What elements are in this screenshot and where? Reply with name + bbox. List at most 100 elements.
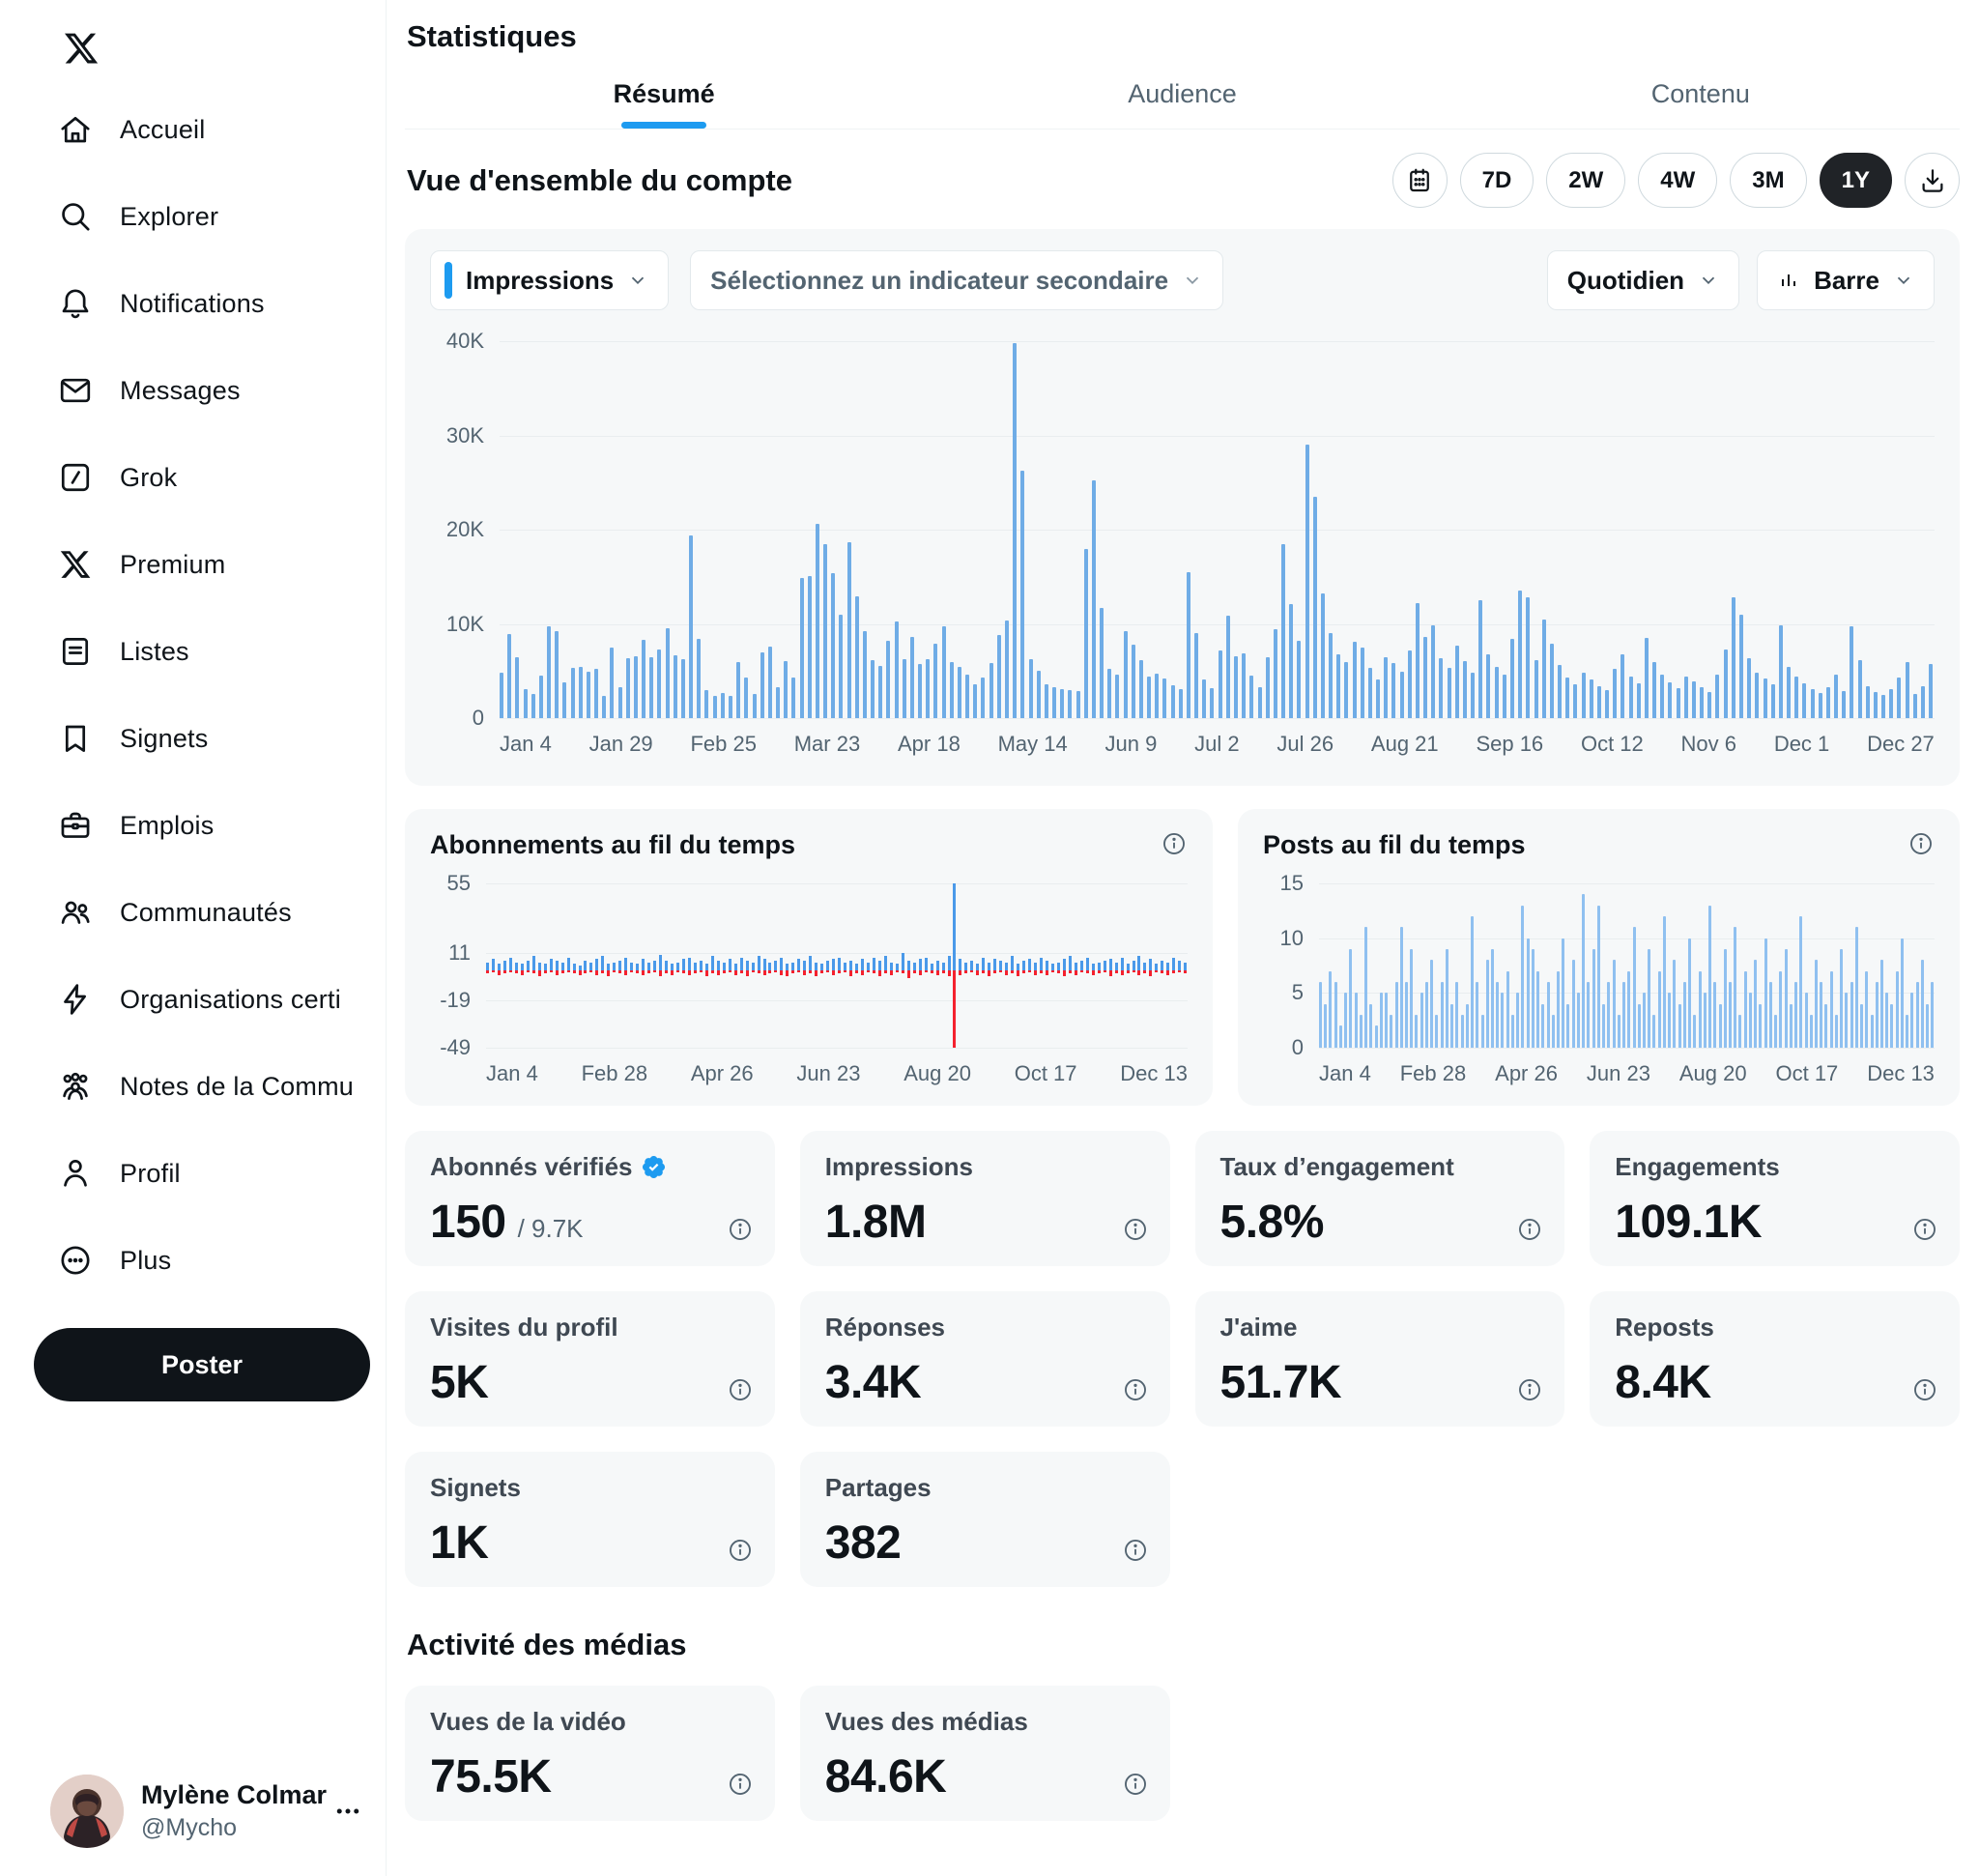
tab-contenu[interactable]: Contenu [1442, 60, 1960, 129]
info-icon[interactable] [727, 1771, 754, 1798]
y-tick-label: -19 [440, 988, 471, 1013]
sidebar-item-plus[interactable]: Plus [0, 1217, 386, 1304]
bar [1787, 667, 1791, 718]
profile-menu[interactable]: Mylène Colmar @Mycho [29, 1763, 375, 1860]
bar [1673, 960, 1676, 1048]
sidebar-item-profil[interactable]: Profil [0, 1130, 386, 1217]
y-tick-label: 15 [1280, 871, 1304, 896]
diverging-bar [682, 883, 685, 1048]
sidebar-item-communaute-s[interactable]: Communautés [0, 869, 386, 956]
x-tick-label: Oct 17 [1015, 1061, 1077, 1086]
sidebar-item-messages[interactable]: Messages [0, 347, 386, 434]
bar [1420, 993, 1423, 1048]
sidebar-item-signets[interactable]: Signets [0, 695, 386, 782]
info-icon[interactable] [727, 1216, 754, 1243]
x-tick-label: Apr 18 [898, 732, 961, 757]
download-button[interactable] [1905, 153, 1960, 208]
bar [1132, 645, 1135, 718]
range-button-1y[interactable]: 1Y [1820, 153, 1892, 208]
bar [1729, 982, 1732, 1048]
bar [1242, 653, 1246, 718]
sidebar-item-premium[interactable]: Premium [0, 521, 386, 608]
community-notes-icon [56, 1067, 95, 1106]
info-icon[interactable] [1161, 830, 1188, 857]
sidebar-item-emplois[interactable]: Emplois [0, 782, 386, 869]
bar [1455, 982, 1458, 1048]
sidebar-item-notes-de-la-commu[interactable]: Notes de la Commu [0, 1043, 386, 1130]
diverging-bar [1133, 883, 1135, 1048]
diverging-bar [1149, 883, 1152, 1048]
info-icon[interactable] [1907, 830, 1935, 857]
sidebar-item-listes[interactable]: Listes [0, 608, 386, 695]
info-icon[interactable] [727, 1376, 754, 1403]
media-grid: Vues de la vidéo 75.5K Vues des médias 8… [405, 1686, 1960, 1821]
bar [1281, 544, 1285, 718]
bolt-icon [56, 980, 95, 1019]
stat-label: Signets [430, 1473, 750, 1503]
tab-re-sume[interactable]: Résumé [405, 60, 923, 129]
sidebar-item-notifications[interactable]: Notifications [0, 260, 386, 347]
calendar-button[interactable] [1392, 153, 1448, 208]
info-icon[interactable] [1911, 1376, 1938, 1403]
bell-icon [56, 284, 95, 323]
info-icon[interactable] [1911, 1216, 1938, 1243]
info-icon[interactable] [1122, 1537, 1149, 1564]
info-icon[interactable] [1516, 1216, 1543, 1243]
range-button-3m[interactable]: 3M [1730, 153, 1806, 208]
bar [1139, 660, 1143, 718]
stat-card-j-aime: J'aime 51.7K [1195, 1291, 1565, 1427]
primary-metric-dropdown[interactable]: Impressions [430, 250, 669, 310]
chart-type-dropdown[interactable]: Barre [1757, 250, 1935, 310]
tab-audience[interactable]: Audience [923, 60, 1441, 129]
post-button[interactable]: Poster [34, 1328, 370, 1401]
bar [1511, 1015, 1514, 1048]
bar [973, 684, 977, 718]
bar [1202, 679, 1206, 718]
bar [1613, 669, 1617, 718]
main-chart-plot[interactable] [500, 341, 1935, 718]
subscriptions-plot[interactable] [486, 883, 1188, 1048]
main-chart-x-axis: Jan 4Jan 29Feb 25Mar 23Apr 18May 14Jun 9… [500, 732, 1935, 757]
sidebar-item-organisations-certi[interactable]: Organisations certi [0, 956, 386, 1043]
sidebar-item-label: Signets [120, 724, 208, 754]
bar [1652, 1015, 1655, 1048]
bar [1234, 656, 1238, 718]
sidebar-item-accueil[interactable]: Accueil [0, 86, 386, 173]
secondary-metric-dropdown[interactable]: Sélectionnez un indicateur secondaire [690, 250, 1223, 310]
bar [704, 690, 708, 718]
diverging-bar [498, 883, 501, 1048]
subscriptions-y-axis: 5511-19-49 [430, 883, 486, 1048]
bar [1076, 691, 1080, 718]
bar [1400, 927, 1403, 1048]
info-icon[interactable] [727, 1537, 754, 1564]
bar [1313, 497, 1317, 718]
bar [1471, 673, 1475, 718]
info-icon[interactable] [1122, 1376, 1149, 1403]
bar [784, 661, 788, 718]
range-button-2w[interactable]: 2W [1546, 153, 1625, 208]
range-button-7d[interactable]: 7D [1460, 153, 1534, 208]
bar [1486, 960, 1489, 1048]
bar [1805, 993, 1808, 1048]
x-tick-label: Feb 28 [582, 1061, 648, 1086]
sidebar-item-grok[interactable]: Grok [0, 434, 386, 521]
sidebar-item-explorer[interactable]: Explorer [0, 173, 386, 260]
more-icon[interactable] [329, 1792, 367, 1831]
x-logo-icon[interactable] [56, 23, 106, 73]
active-tab-underline [621, 122, 706, 129]
info-icon[interactable] [1122, 1771, 1149, 1798]
bar [1830, 971, 1833, 1048]
range-button-4w[interactable]: 4W [1638, 153, 1717, 208]
bar [1845, 993, 1848, 1048]
bar [1835, 1015, 1838, 1048]
bar [507, 634, 511, 718]
info-icon[interactable] [1516, 1376, 1543, 1403]
diverging-bar [624, 883, 627, 1048]
bar [1375, 1025, 1378, 1048]
info-icon[interactable] [1122, 1216, 1149, 1243]
posts-plot[interactable] [1319, 883, 1935, 1048]
stat-card-abonne-s-ve-rifie-s: Abonnés vérifiés 150 / 9.7K [405, 1131, 775, 1266]
granularity-dropdown[interactable]: Quotidien [1547, 250, 1739, 310]
diverging-bar [1046, 883, 1048, 1048]
stat-value: 8.4K [1615, 1356, 1710, 1409]
